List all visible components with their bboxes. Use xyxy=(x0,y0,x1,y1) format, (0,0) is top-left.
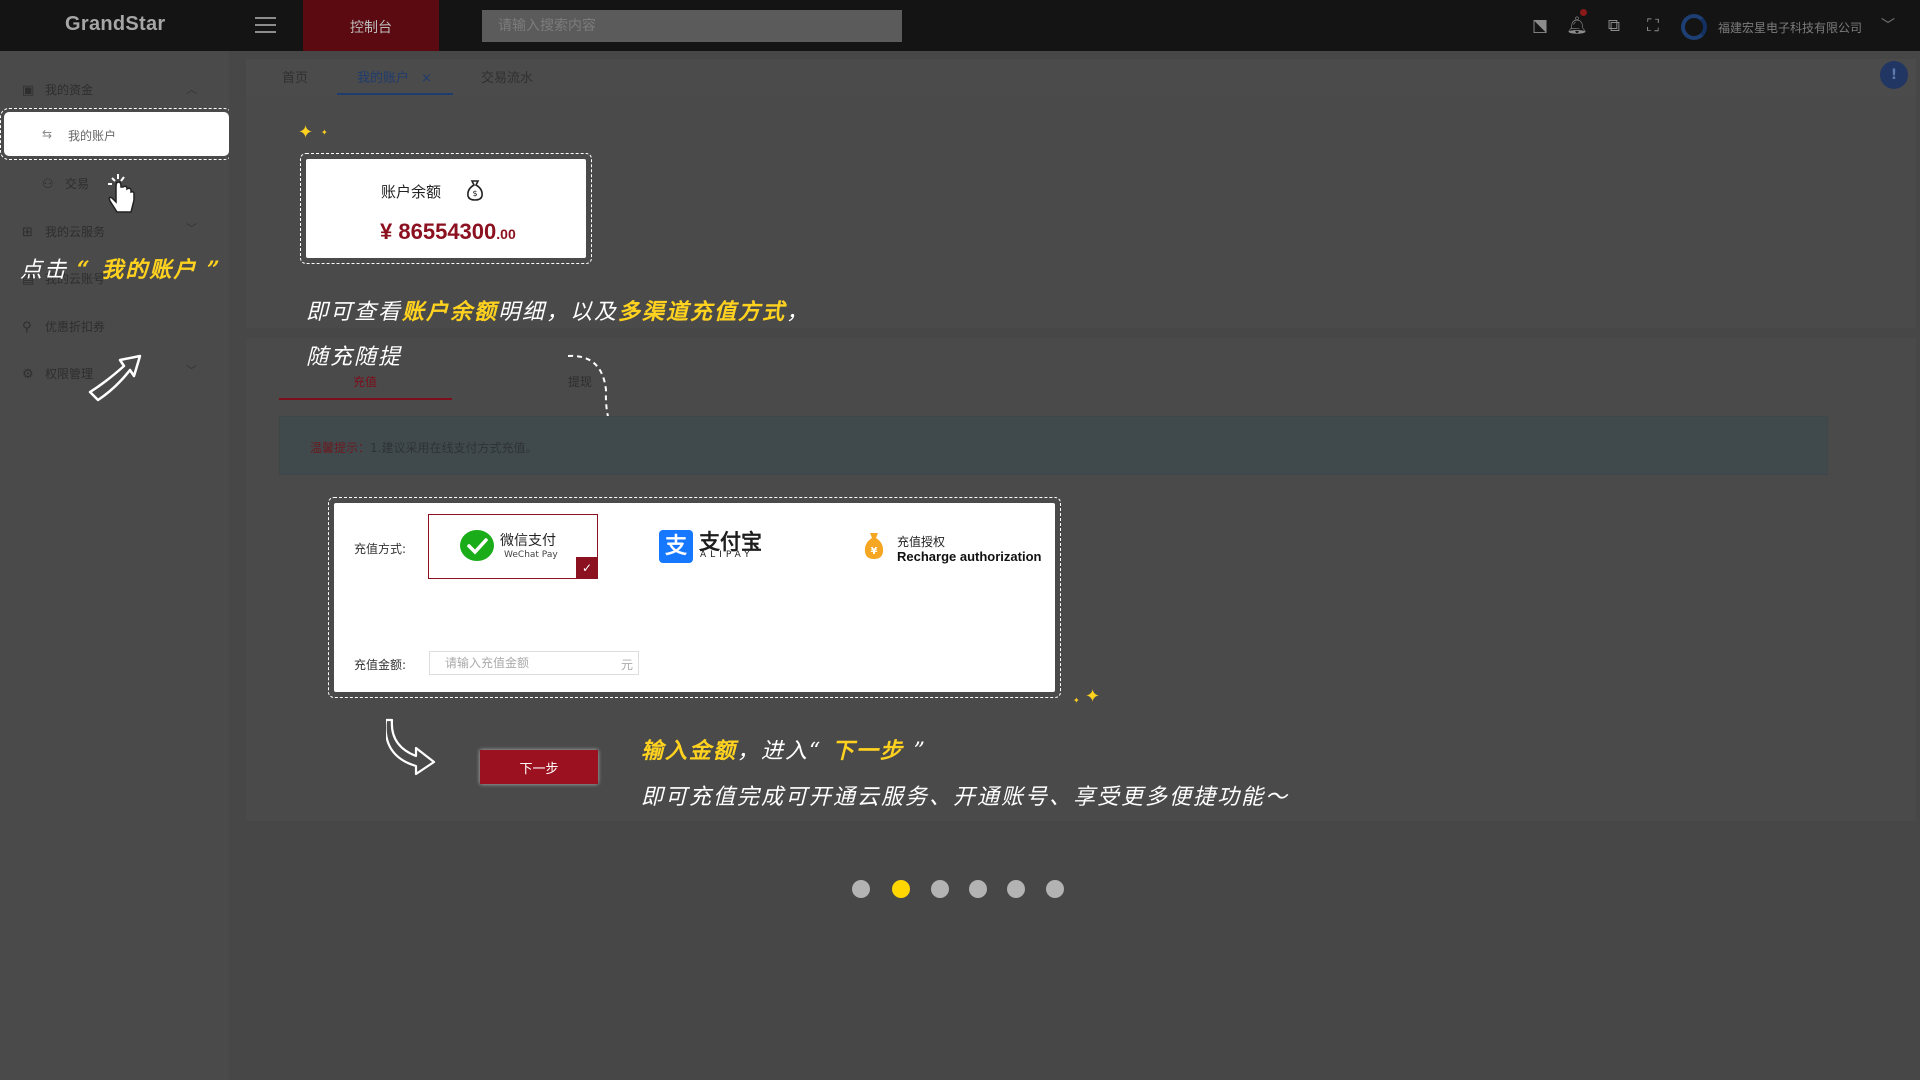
company-logo-icon xyxy=(1681,14,1707,40)
carousel-dot[interactable] xyxy=(969,880,987,898)
carousel-dot[interactable] xyxy=(1046,880,1064,898)
sidebar-item-label: 优惠折扣券 xyxy=(45,320,106,334)
amount-label: 充值金额: xyxy=(354,658,407,672)
sidebar-item-coupons[interactable]: ⚲ 优惠折扣券 xyxy=(22,318,105,335)
annotation-highlight: 账户余额 xyxy=(402,299,499,325)
balance-decimal: .00 xyxy=(496,226,516,242)
menu-icon[interactable] xyxy=(255,17,276,33)
top-bar: GrandStar 控制台 ⬔ 🔔︎ ⧉ ⛶ 福建宏星电子科技有限公司 ﹀ xyxy=(0,0,1920,51)
key-icon: ⚲ xyxy=(22,320,32,335)
balance-value: 86554300 xyxy=(398,219,497,244)
tab-withdraw[interactable]: 提现 xyxy=(568,373,592,390)
tools-icon[interactable]: ⬔ xyxy=(1529,15,1551,37)
alipay-icon[interactable]: 支 xyxy=(659,530,693,563)
pointer-hand-icon xyxy=(108,174,135,213)
chevron-down-icon[interactable]: ﹀ xyxy=(1881,15,1895,35)
sidebar-item-label: 我的云服务 xyxy=(45,225,106,239)
active-tab-indicator xyxy=(337,93,453,95)
notice-label: 温馨提示： xyxy=(310,441,371,455)
annotation-highlight: “ 我的账户 ” xyxy=(77,257,222,283)
search-input[interactable] xyxy=(482,10,902,42)
annotation-text: 即可查看 xyxy=(306,300,403,325)
close-icon[interactable]: × xyxy=(421,71,432,86)
sparkle-icon: ✦ xyxy=(1085,686,1101,707)
annotation-line1: 即可查看账户余额明细，以及多渠道充值方式， xyxy=(306,294,810,326)
sidebar-item-transactions[interactable]: ⚇ 交易 xyxy=(42,175,89,192)
tab-transactions[interactable]: 交易流水 xyxy=(481,67,533,86)
annotation-line4: 即可充值完成可开通云服务、开通账号、享受更多便捷功能～ xyxy=(641,785,1290,810)
fullscreen-icon[interactable]: ⛶ xyxy=(1642,15,1664,37)
notice-banner: 温馨提示：1.建议采用在线支付方式充值。 xyxy=(279,416,1828,475)
tab-recharge[interactable]: 充值 xyxy=(353,373,377,390)
recharge-tab-indicator xyxy=(279,398,452,400)
sidebar-item-label: 我的资金 xyxy=(45,83,94,97)
annotation-text: ，进入“ xyxy=(737,739,823,764)
balance-title: 账户余额 xyxy=(381,183,442,201)
sidebar-item-permissions[interactable]: ⚙ 权限管理 xyxy=(22,365,93,382)
sidebar-item-label: 我的账户 xyxy=(68,129,117,143)
wallet-icon: ▣ xyxy=(22,83,35,98)
next-step-button[interactable]: 下一步 xyxy=(480,750,598,784)
curved-arrow-icon xyxy=(88,354,142,402)
translate-icon[interactable]: ⧉ xyxy=(1603,15,1625,37)
chevron-down-icon[interactable]: ﹀ xyxy=(186,362,197,378)
wechat-icon xyxy=(460,530,494,561)
auth-sublabel: Recharge authorization xyxy=(897,549,1042,564)
gear-icon: ⚙ xyxy=(22,367,34,382)
sparkle-icon: ✦ xyxy=(1073,696,1080,705)
annotation-highlight: 多渠道充值方式 xyxy=(618,299,787,325)
annotation-line2: 随充随提 xyxy=(306,345,403,370)
sidebar-item-my-account[interactable]: ⇆ 我的账户 xyxy=(0,108,233,160)
sidebar-item-funds[interactable]: ▣ 我的资金 xyxy=(22,81,93,98)
money-bag-icon[interactable]: ¥ xyxy=(862,531,886,561)
console-tab[interactable]: 控制台 xyxy=(303,0,439,51)
sparkle-icon: ✦ xyxy=(321,128,328,137)
wechat-label: 微信支付 xyxy=(500,533,556,549)
alipay-sublabel: ALIPAY xyxy=(700,550,754,560)
svg-text:$: $ xyxy=(472,189,477,198)
annotation-highlight: 下一步 xyxy=(822,738,914,764)
check-icon: ✓ xyxy=(576,557,598,579)
annotation-text: 明细，以及 xyxy=(498,300,619,325)
annotation-text: ” xyxy=(913,739,927,764)
annotation-click: 点击 “ 我的账户 ” xyxy=(20,252,222,284)
chevron-up-icon[interactable]: ︿ xyxy=(186,81,197,97)
wechat-sublabel: WeChat Pay xyxy=(504,550,558,560)
unit-label: 元 xyxy=(621,658,634,672)
notice-content: 1.建议采用在线支付方式充值。 xyxy=(370,441,538,455)
money-bag-icon: $ xyxy=(467,180,483,201)
annotation-text: ， xyxy=(786,300,811,325)
company-name[interactable]: 福建宏星电子科技有限公司 xyxy=(1718,19,1862,36)
annotation-highlight: 输入金额 xyxy=(641,738,738,764)
sparkle-icon: ✦ xyxy=(298,122,314,143)
org-icon: ⚇ xyxy=(42,177,54,192)
carousel-dot[interactable] xyxy=(931,880,949,898)
transfer-icon: ⇆ xyxy=(42,127,53,141)
balance-amount: ¥ 86554300.00 xyxy=(380,219,516,245)
curved-arrow-icon xyxy=(386,718,436,776)
help-icon[interactable]: ! xyxy=(1880,61,1908,89)
carousel-dot[interactable] xyxy=(852,880,870,898)
notice-text: 温馨提示：1.建议采用在线支付方式充值。 xyxy=(310,439,537,456)
wechat-pay-option[interactable]: 微信支付 WeChat Pay ✓ xyxy=(428,514,598,579)
tab-label: 我的账户 xyxy=(357,71,410,86)
carousel-dot[interactable] xyxy=(1007,880,1025,898)
amount-input[interactable] xyxy=(429,651,639,675)
tab-home[interactable]: 首页 xyxy=(282,67,308,86)
annotation-text: 点击 xyxy=(20,258,69,283)
svg-text:¥: ¥ xyxy=(871,546,878,557)
notification-dot-icon xyxy=(1580,9,1587,16)
annotation-line3: 输入金额，进入“ 下一步 ” xyxy=(641,733,927,765)
chevron-down-icon[interactable]: ﹀ xyxy=(186,220,197,236)
app-logo[interactable]: GrandStar xyxy=(65,13,166,36)
grid-icon: ⊞ xyxy=(22,225,33,240)
tab-my-account[interactable]: 我的账户 × xyxy=(357,67,432,86)
carousel-dot-active[interactable] xyxy=(892,880,910,898)
sidebar-item-cloud-service[interactable]: ⊞ 我的云服务 xyxy=(22,223,105,240)
auth-label[interactable]: 充值授权 xyxy=(897,533,945,550)
currency-symbol: ¥ xyxy=(380,219,393,244)
method-label: 充值方式: xyxy=(354,542,407,556)
sidebar-item-label: 交易 xyxy=(65,177,90,191)
bell-icon[interactable]: 🔔︎ xyxy=(1566,15,1588,37)
